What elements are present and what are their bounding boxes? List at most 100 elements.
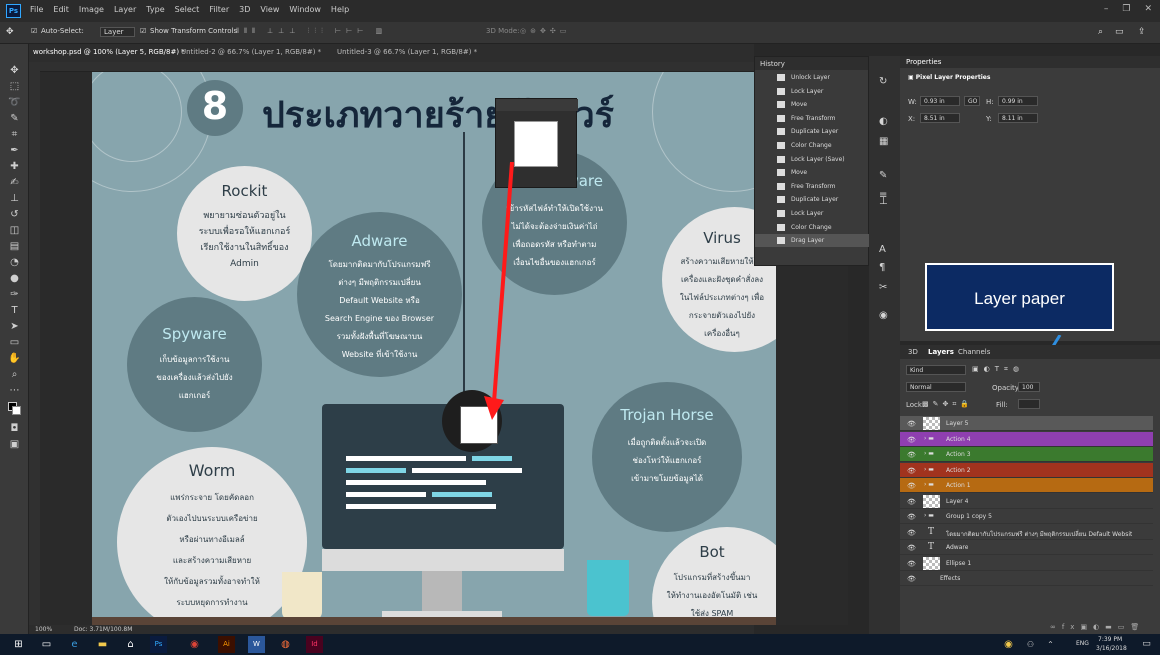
layer-row[interactable]: 👁 › ▬ Group 1 copy 5 — [900, 509, 1153, 524]
layer-row[interactable]: 👁 › ▬ Action 2 — [900, 462, 1153, 478]
visibility-eye-icon[interactable]: 👁 — [907, 436, 916, 444]
layer-name[interactable]: Ellipse 1 — [946, 560, 971, 567]
menu-view[interactable]: View — [260, 5, 279, 14]
visibility-eye-icon[interactable]: 👁 — [907, 482, 916, 490]
history-item[interactable]: Color Change — [755, 139, 870, 152]
close-icon[interactable]: ✕ — [1144, 4, 1152, 14]
layer-row[interactable]: 👁 › ▬ Action 4 — [900, 431, 1153, 447]
move-tool-icon[interactable]: ✥ — [7, 64, 22, 77]
history-item[interactable]: Color Change — [755, 221, 870, 234]
move-tool-icon[interactable]: ✥ — [6, 27, 14, 37]
pen-tool-icon[interactable]: ✑ — [7, 288, 22, 301]
layer-name[interactable]: Layer 5 — [946, 420, 968, 427]
quick-mask-icon[interactable]: ◘ — [7, 422, 22, 435]
layer-row[interactable]: 👁 Effects — [900, 571, 1153, 586]
illustrator-icon[interactable]: Ai — [218, 636, 235, 653]
stamp-tool-icon[interactable]: ⊥ — [7, 192, 22, 205]
store-icon[interactable]: ⌂ — [122, 636, 139, 653]
folder-icon[interactable]: › ▬ — [924, 481, 934, 488]
word-icon[interactable]: W — [248, 636, 265, 653]
eraser-tool-icon[interactable]: ◫ — [7, 224, 22, 237]
edge-icon[interactable]: e — [66, 636, 83, 653]
zoom-level[interactable]: 100% — [35, 626, 52, 633]
type-tool-icon[interactable]: T — [7, 304, 22, 317]
quick-select-tool-icon[interactable]: ✎ — [7, 112, 22, 125]
visibility-eye-icon[interactable]: 👁 — [907, 575, 916, 583]
menu-image[interactable]: Image — [79, 5, 104, 14]
chrome-icon[interactable]: ◉ — [186, 636, 203, 653]
menu-select[interactable]: Select — [175, 5, 200, 14]
history-item[interactable]: Lock Layer — [755, 207, 870, 220]
visibility-eye-icon[interactable]: 👁 — [907, 560, 916, 568]
show-transform-checkbox[interactable]: ☑ — [140, 27, 146, 35]
history-item[interactable]: Unlock Layer — [755, 71, 870, 84]
visibility-eye-icon[interactable]: 👁 — [907, 451, 916, 459]
people-icon[interactable]: ⚇ — [1022, 636, 1039, 653]
history-brush-icon[interactable]: ↺ — [7, 208, 22, 221]
history-item[interactable]: Drag Layer — [755, 234, 870, 248]
layer-row[interactable]: 👁 Layer 5 — [900, 416, 1153, 431]
indesign-icon[interactable]: Id — [306, 636, 323, 653]
folder-icon[interactable]: › ▬ — [924, 435, 934, 442]
history-item[interactable]: Free Transform — [755, 112, 870, 125]
visibility-eye-icon[interactable]: 👁 — [907, 420, 916, 428]
workspace-icon[interactable]: ▭ — [1115, 27, 1124, 37]
explorer-icon[interactable]: ▬ — [94, 636, 111, 653]
path-select-icon[interactable]: ➤ — [7, 320, 22, 333]
windows-start-icon[interactable]: ⊞ — [10, 636, 27, 653]
gradient-tool-icon[interactable]: ▤ — [7, 240, 22, 253]
paths-icon[interactable]: ✂ — [879, 282, 887, 293]
marquee-tool-icon[interactable]: ⬚ — [7, 80, 22, 93]
layer-name[interactable]: Action 2 — [946, 467, 971, 474]
tab-3d[interactable]: 3D — [908, 348, 918, 356]
crop-tool-icon[interactable]: ⌗ — [7, 128, 22, 141]
paragraph-icon[interactable]: ¶ — [879, 262, 885, 273]
photoshop-taskbar-icon[interactable]: Ps — [150, 636, 167, 653]
swatches-icon[interactable]: ◉ — [879, 310, 888, 321]
document-canvas[interactable]: 8 ประเภทวายร้ายมัลแวร์ Rockit พยายามซ่อน… — [40, 72, 848, 625]
layer-row[interactable]: 👁 › ▬ Action 3 — [900, 447, 1153, 462]
tab-layers[interactable]: Layers — [928, 348, 954, 356]
3d-mode-icons[interactable]: ◎⊛✥✣▭ — [520, 27, 570, 35]
layer-name[interactable]: Action 1 — [946, 482, 971, 489]
dodge-tool-icon[interactable]: ● — [7, 272, 22, 285]
menu-help[interactable]: Help — [331, 5, 349, 14]
fill-field[interactable] — [1018, 399, 1040, 409]
menu-window[interactable]: Window — [289, 5, 321, 14]
history-item[interactable]: Duplicate Layer — [755, 193, 870, 206]
tab-untitled-3[interactable]: Untitled-3 @ 66.7% (Layer 1, RGB/8#) * — [337, 48, 477, 56]
more-tools-icon[interactable]: ⋯ — [7, 384, 22, 397]
clock-time[interactable]: 7:39 PM — [1098, 636, 1122, 643]
blend-mode-dropdown[interactable]: Normal — [906, 382, 966, 392]
adjustments-icon[interactable]: ◐ — [879, 116, 888, 127]
layer-row[interactable]: 👁 T Adware — [900, 540, 1153, 555]
firefox-icon[interactable]: ◍ — [277, 636, 294, 653]
blur-tool-icon[interactable]: ◔ — [7, 256, 22, 269]
menu-3d[interactable]: 3D — [239, 5, 250, 14]
color-swatches-icon[interactable] — [7, 402, 22, 415]
filter-icons[interactable]: ▣◐T⌗◍ — [972, 365, 1024, 374]
history-item[interactable]: Lock Layer (Save) — [755, 153, 870, 166]
character-icon[interactable]: A — [879, 244, 886, 255]
layer-name[interactable]: Adware — [946, 544, 968, 551]
layer-name[interactable]: Group 1 copy 5 — [946, 513, 992, 520]
restore-icon[interactable]: ❐ — [1122, 4, 1130, 14]
layer-select-dropdown[interactable]: Layer — [100, 27, 135, 37]
history-item[interactable]: Duplicate Layer — [755, 125, 870, 138]
menu-type[interactable]: Type — [146, 5, 164, 14]
opacity-field[interactable]: 100 — [1018, 382, 1040, 392]
screen-mode-icon[interactable]: ▣ — [7, 438, 22, 451]
menu-file[interactable]: File — [30, 5, 43, 14]
clone-source-icon[interactable]: ⊥ — [879, 196, 888, 207]
visibility-eye-icon[interactable]: 👁 — [907, 498, 916, 506]
layer-name[interactable]: Effects — [940, 575, 960, 582]
height-field[interactable]: 0.99 in — [998, 96, 1038, 106]
share-icon[interactable]: ⇪ — [1138, 27, 1146, 37]
tab-workshop[interactable]: workshop.psd @ 100% (Layer 5, RGB/8#) * — [33, 48, 185, 56]
visibility-eye-icon[interactable]: 👁 — [907, 513, 916, 521]
layer-bottom-icons[interactable]: ∞fx▣◐▬▭🗑 — [1050, 623, 1145, 631]
history-item[interactable]: Lock Layer — [755, 85, 870, 98]
width-field[interactable]: 0.93 in — [920, 96, 960, 106]
tab-channels[interactable]: Channels — [958, 348, 990, 356]
menu-filter[interactable]: Filter — [209, 5, 229, 14]
